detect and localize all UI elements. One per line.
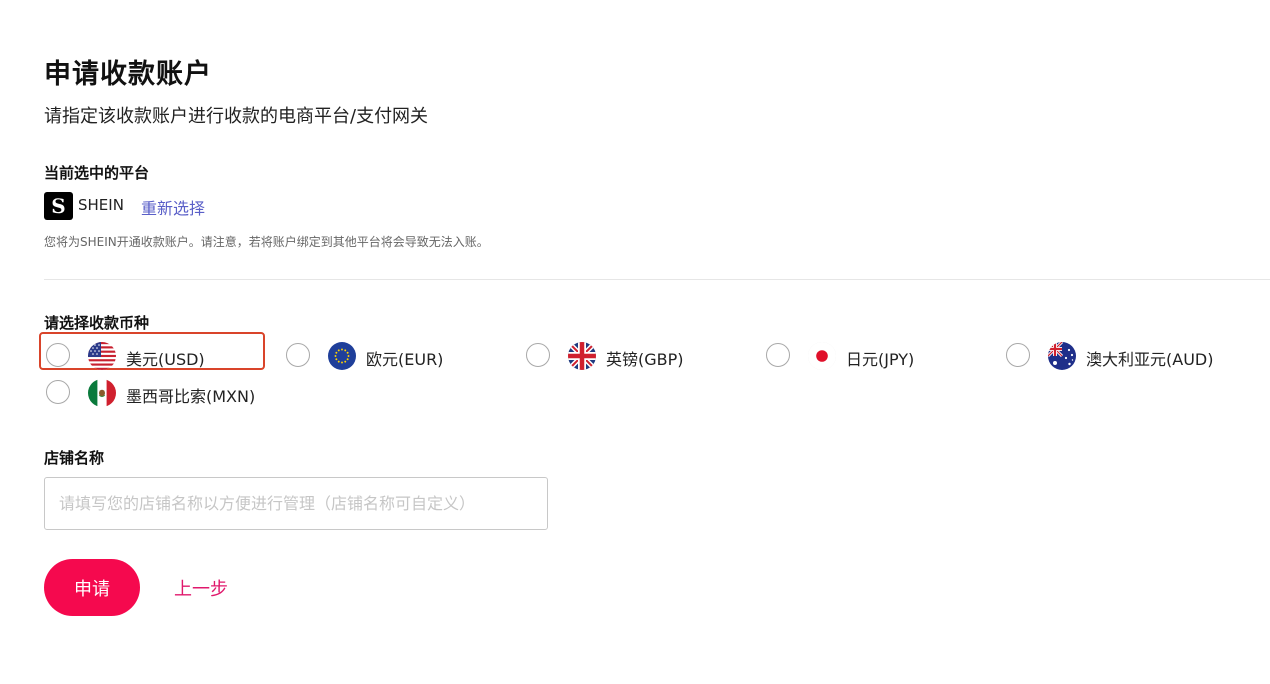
platform-note: 您将为SHEIN开通收款账户。请注意，若将账户绑定到其他平台将会导致无法入账。 <box>44 235 489 249</box>
store-section-label: 店铺名称 <box>44 449 105 467</box>
currency-option-usd[interactable]: 美元(USD) <box>46 341 261 371</box>
us-flag-icon <box>88 342 116 370</box>
currency-option-gbp[interactable]: 英镑(GBP) <box>526 341 726 371</box>
store-name-input[interactable] <box>44 477 548 530</box>
currency-option-aud[interactable]: 澳大利亚元(AUD) <box>1006 341 1236 371</box>
currency-label-usd: 美元(USD) <box>126 350 205 369</box>
shein-logo-icon: S <box>44 192 73 220</box>
eu-flag-icon <box>328 342 356 370</box>
uk-flag-icon <box>568 342 596 370</box>
jp-flag-icon <box>808 342 836 370</box>
page-title: 申请收款账户 <box>44 59 212 90</box>
previous-step-link[interactable]: 上一步 <box>174 575 228 601</box>
radio-usd[interactable] <box>46 343 70 367</box>
radio-jpy[interactable] <box>766 343 790 367</box>
currency-label-jpy: 日元(JPY) <box>846 350 915 369</box>
platform-section-label: 当前选中的平台 <box>44 164 150 182</box>
reselect-platform-link[interactable]: 重新选择 <box>141 195 205 219</box>
mx-flag-icon <box>88 379 116 407</box>
page-subtitle: 请指定该收款账户进行收款的电商平台/支付网关 <box>44 106 429 127</box>
radio-mxn[interactable] <box>46 380 70 404</box>
section-divider <box>44 279 1270 280</box>
radio-eur[interactable] <box>286 343 310 367</box>
radio-aud[interactable] <box>1006 343 1030 367</box>
platform-name: SHEIN <box>78 196 124 214</box>
currency-option-mxn[interactable]: 墨西哥比索(MXN) <box>46 378 276 408</box>
currency-option-eur[interactable]: 欧元(EUR) <box>286 341 486 371</box>
currency-label-gbp: 英镑(GBP) <box>606 350 684 369</box>
currency-option-jpy[interactable]: 日元(JPY) <box>766 341 966 371</box>
radio-gbp[interactable] <box>526 343 550 367</box>
currency-label-aud: 澳大利亚元(AUD) <box>1086 350 1214 369</box>
currency-label-eur: 欧元(EUR) <box>366 350 444 369</box>
au-flag-icon <box>1048 342 1076 370</box>
currency-section-label: 请选择收款币种 <box>44 314 150 332</box>
apply-button[interactable]: 申请 <box>44 559 140 616</box>
currency-label-mxn: 墨西哥比索(MXN) <box>126 387 256 406</box>
